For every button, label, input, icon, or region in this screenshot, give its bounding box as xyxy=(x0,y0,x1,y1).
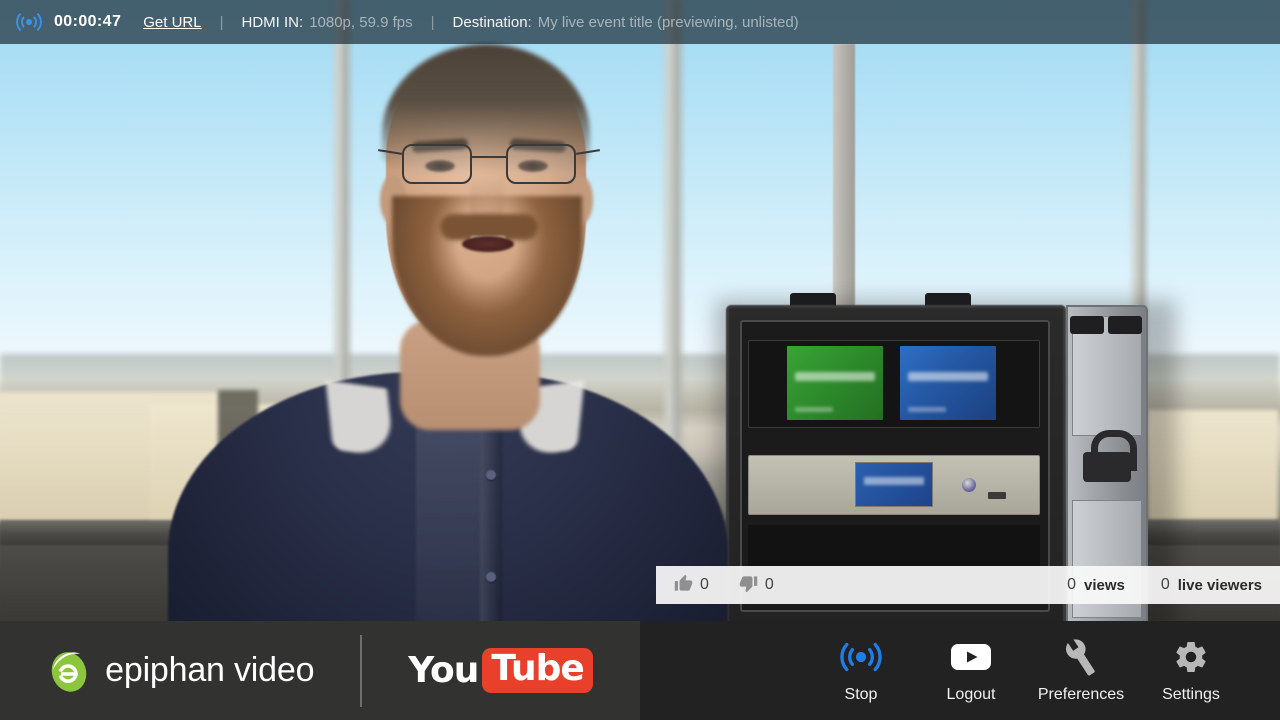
logout-button[interactable]: Logout xyxy=(916,637,1026,704)
separator: | xyxy=(430,13,435,31)
shirt-placket xyxy=(480,400,502,621)
dislikes-count: 0 xyxy=(764,576,774,593)
shirt-button xyxy=(486,572,496,582)
likes-count: 0 xyxy=(700,576,709,593)
stream-timer: 00:00:47 xyxy=(54,13,122,30)
settings-button-label: Settings xyxy=(1162,686,1220,703)
status-bar: 00:00:47 Get URL | HDMI IN: 1080p, 59.9 … xyxy=(0,0,1280,44)
epiphan-brand: epiphan video xyxy=(47,648,314,694)
dislikes-group: 0 xyxy=(739,574,774,597)
actions-section: Stop Logout Preferences Settings xyxy=(640,621,1280,720)
bottom-toolbar: epiphan video You Tube Stop Logout Prefe… xyxy=(0,621,1280,720)
presenter-mouth xyxy=(462,236,514,252)
views-count: 0 xyxy=(1067,576,1076,593)
youtube-word-tube: Tube xyxy=(482,648,593,693)
logout-button-label: Logout xyxy=(946,686,996,703)
live-streaming-console: 00:00:47 Get URL | HDMI IN: 1080p, 59.9 … xyxy=(0,0,1280,720)
epiphan-logo-icon xyxy=(47,648,91,694)
youtube-word-you: You xyxy=(408,650,479,691)
input-source-value: 1080p, 59.9 fps xyxy=(309,13,413,31)
preferences-button[interactable]: Preferences xyxy=(1026,637,1136,704)
views-label: views xyxy=(1083,576,1125,594)
branding-section: epiphan video You Tube xyxy=(0,621,640,720)
destination-value: My live event title (previewing, unliste… xyxy=(537,13,799,31)
preferences-button-label: Preferences xyxy=(1037,686,1125,703)
youtube-play-icon xyxy=(950,637,992,677)
wrench-icon xyxy=(1063,637,1099,677)
presenter xyxy=(0,0,1280,621)
destination-label: Destination: xyxy=(452,13,532,31)
video-preview[interactable] xyxy=(0,0,1280,621)
views-group: 0 views xyxy=(1067,576,1125,594)
separator: | xyxy=(219,13,224,31)
live-viewers-group: 0 live viewers xyxy=(1161,576,1262,594)
gear-icon xyxy=(1173,637,1209,677)
settings-button[interactable]: Settings xyxy=(1136,637,1246,704)
stop-button[interactable]: Stop xyxy=(806,637,916,704)
youtube-logo-icon: You Tube xyxy=(408,648,593,693)
broadcast-icon xyxy=(16,12,42,32)
brand-divider xyxy=(360,634,363,707)
epiphan-brand-name: epiphan video xyxy=(105,651,315,689)
shirt-button xyxy=(486,470,496,480)
input-source-label: HDMI IN: xyxy=(241,13,304,31)
live-viewers-label: live viewers xyxy=(1177,576,1262,594)
thumbs-down-icon xyxy=(739,574,758,597)
likes-group: 0 xyxy=(674,574,709,597)
thumbs-up-icon xyxy=(674,574,693,597)
stream-stats-bar: 0 0 0 views 0 live viewers xyxy=(656,566,1280,604)
get-url-link[interactable]: Get URL xyxy=(143,14,201,31)
live-viewers-count: 0 xyxy=(1160,576,1170,593)
stop-button-label: Stop xyxy=(844,686,878,703)
broadcast-icon xyxy=(840,637,882,677)
